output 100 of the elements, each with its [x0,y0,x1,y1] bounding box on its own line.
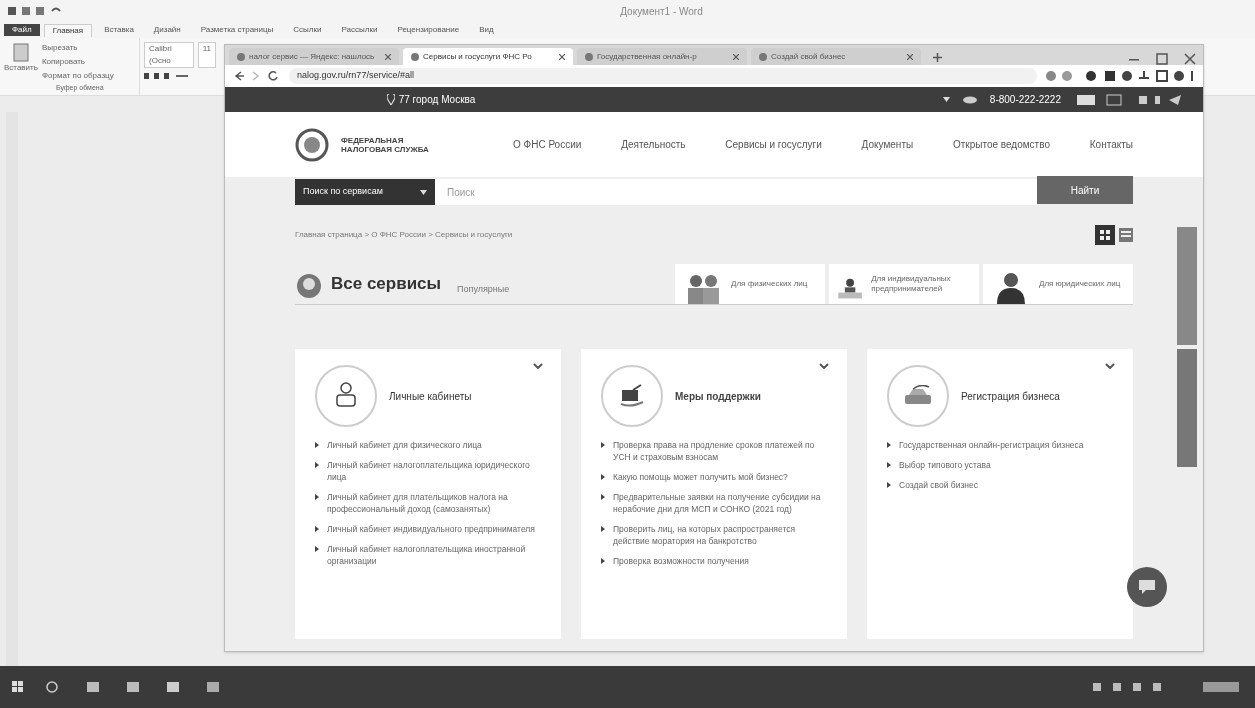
close-icon[interactable] [733,53,739,60]
emblem-logo[interactable] [295,127,329,162]
service-link[interactable]: Личный кабинет налогоплательщика юридического лица [327,459,541,483]
region-selector[interactable]: 77 город Москва [386,92,476,107]
ribbon-tab[interactable]: Вставка [96,24,142,36]
nav-link[interactable]: Документы [861,137,914,152]
ribbon-tab[interactable]: Дизайн [145,24,189,36]
nav-link[interactable]: Контакты [1089,137,1133,152]
chat-button[interactable] [1127,567,1167,607]
browser-tab[interactable]: Сервисы и госуслуги ФНС Ро [403,48,573,65]
clipboard-command[interactable]: Копировать [41,56,114,68]
bullet-arrow-icon [601,474,605,480]
favicon-icon [585,52,593,61]
phone-link[interactable]: 8-800-222-2222 [989,92,1061,107]
card-title[interactable]: Личные кабинеты [389,388,472,404]
service-link[interactable]: Личный кабинет налогоплательщика иностранной организации [327,543,541,567]
new-tab-icon[interactable] [933,53,942,62]
filter-tab[interactable]: Все сервисы [331,270,442,296]
tab-title: Создай свой бизнес [771,50,847,63]
ribbon-tab[interactable]: Разметка страницы [192,24,282,36]
chevron-down-icon[interactable] [819,363,829,369]
ribbon-tab[interactable]: Ссылки [285,24,330,36]
font-size-field[interactable]: 11 [197,42,216,68]
service-link[interactable]: Личный кабинет для плательщиков налога на профессиональный доход (самозанятых) [327,491,541,515]
grid-icon [1099,229,1111,241]
person-at-laptop-icon [334,382,358,410]
favicon-icon [237,52,245,61]
nav-link[interactable]: Деятельность [621,137,686,152]
tab-title: Государственная онлайн-р [597,50,698,63]
logo-text: НАЛОГОВАЯ СЛУЖБА [341,144,430,154]
address-bar[interactable]: nalog.gov.ru/rn77/service/#all [289,68,1037,84]
service-link[interactable]: Какую помощь может получить мой бизнес? [613,471,788,483]
tab-title: Сервисы и госуслуги ФНС Ро [423,50,533,63]
nav-link[interactable]: О ФНС России [513,137,582,152]
nav-link[interactable]: Сервисы и госуслуги [725,137,822,152]
chevron-down-icon[interactable] [533,363,543,369]
chevron-down-icon[interactable] [1105,363,1115,369]
close-icon[interactable] [559,53,565,60]
dropdown-icon [420,189,427,195]
bullet-arrow-icon [887,462,891,468]
bullet-arrow-icon [887,442,891,448]
ribbon-tab[interactable]: Вид [471,24,502,36]
eye-icon[interactable] [961,95,978,104]
region-name: 77 город Москва [398,93,476,107]
close-icon[interactable] [385,53,391,60]
search-field[interactable]: Поиск [435,179,1037,205]
clipboard-icon [11,42,30,62]
tab-title: налог сервис — Яндекс: нашлось [249,50,376,63]
font-name-field[interactable]: Calibri (Осно [144,42,194,68]
audience-card[interactable]: Для физических лиц [675,264,825,304]
extension-icons-icon[interactable] [1045,70,1195,82]
search-scope-dropdown[interactable]: Поиск по сервисам [295,179,435,205]
card-title[interactable]: Регистрация бизнеса [961,388,1060,404]
service-link[interactable]: Личный кабинет для физического лица [327,439,482,451]
browser-tab[interactable]: Создай свой бизнес [751,48,921,65]
window-controls-icon[interactable] [1129,53,1199,65]
logo-text: ФЕДЕРАЛЬНАЯ [341,135,405,145]
list-view-button[interactable] [1119,228,1133,242]
browser-tab[interactable]: налог сервис — Яндекс: нашлось [229,48,399,65]
ribbon-tab[interactable]: Главная [43,23,93,37]
bullet-arrow-icon [315,546,319,552]
navigation-icon[interactable] [233,71,281,81]
favicon-icon [759,52,767,61]
bullet-arrow-icon [887,482,891,488]
card-title[interactable]: Меры поддержки [675,388,761,404]
bullet-arrow-icon [315,442,319,448]
find-button[interactable]: Найти [1037,176,1133,204]
service-link[interactable]: Создай свой бизнес [899,479,978,491]
ribbon-tab[interactable]: Рецензирование [389,24,468,36]
audience-card[interactable]: Для индивидуальных предпринимателей [829,264,979,304]
audience-label: Для физических лиц [731,279,808,289]
file-tab[interactable]: Файл [4,24,40,36]
paste-button[interactable]: Вставить [4,42,38,95]
clipboard-command[interactable]: Формат по образцу [41,70,114,82]
service-link[interactable]: Проверить лиц, на которых распространяется действие моратория на банкротство [613,523,827,547]
browser-tab[interactable]: Государственная онлайн-р [577,48,747,65]
audience-label: Для юридических лиц [1039,279,1121,289]
ribbon-tab[interactable]: Рассылки [333,24,386,36]
bullet-arrow-icon [315,526,319,532]
window-title: Документ1 - Word [619,4,704,19]
filter-tab[interactable]: Популярные [457,282,510,296]
nav-link[interactable]: Открытое ведомство [952,137,1050,152]
service-link[interactable]: Проверка права на продление сроков платежей по УСН и страховым взносам [613,439,827,463]
emblem-icon [295,272,323,300]
close-icon[interactable] [907,53,913,60]
bullet-arrow-icon [601,494,605,500]
bullet-arrow-icon [601,526,605,532]
clipboard-command[interactable]: Вырезать [41,42,114,54]
service-link[interactable]: Государственная онлайн-регистрация бизнеса [899,439,1084,451]
service-link[interactable]: Выбор типового устава [899,459,991,471]
favicon-icon [411,52,419,61]
service-link[interactable]: Предварительные заявки на получение субсидии на нерабочие дни для МСП и СОНКО (2021 год) [613,491,827,515]
bullet-arrow-icon [315,494,319,500]
chat-icon [1138,579,1156,595]
bullet-arrow-icon [601,558,605,564]
service-link[interactable]: Проверка возможности получения [613,555,749,567]
audience-card[interactable]: Для юридических лиц [983,264,1133,304]
grid-view-button[interactable] [1095,225,1115,245]
bullet-arrow-icon [315,462,319,468]
service-link[interactable]: Личный кабинет индивидуального предпринимателя [327,523,535,535]
